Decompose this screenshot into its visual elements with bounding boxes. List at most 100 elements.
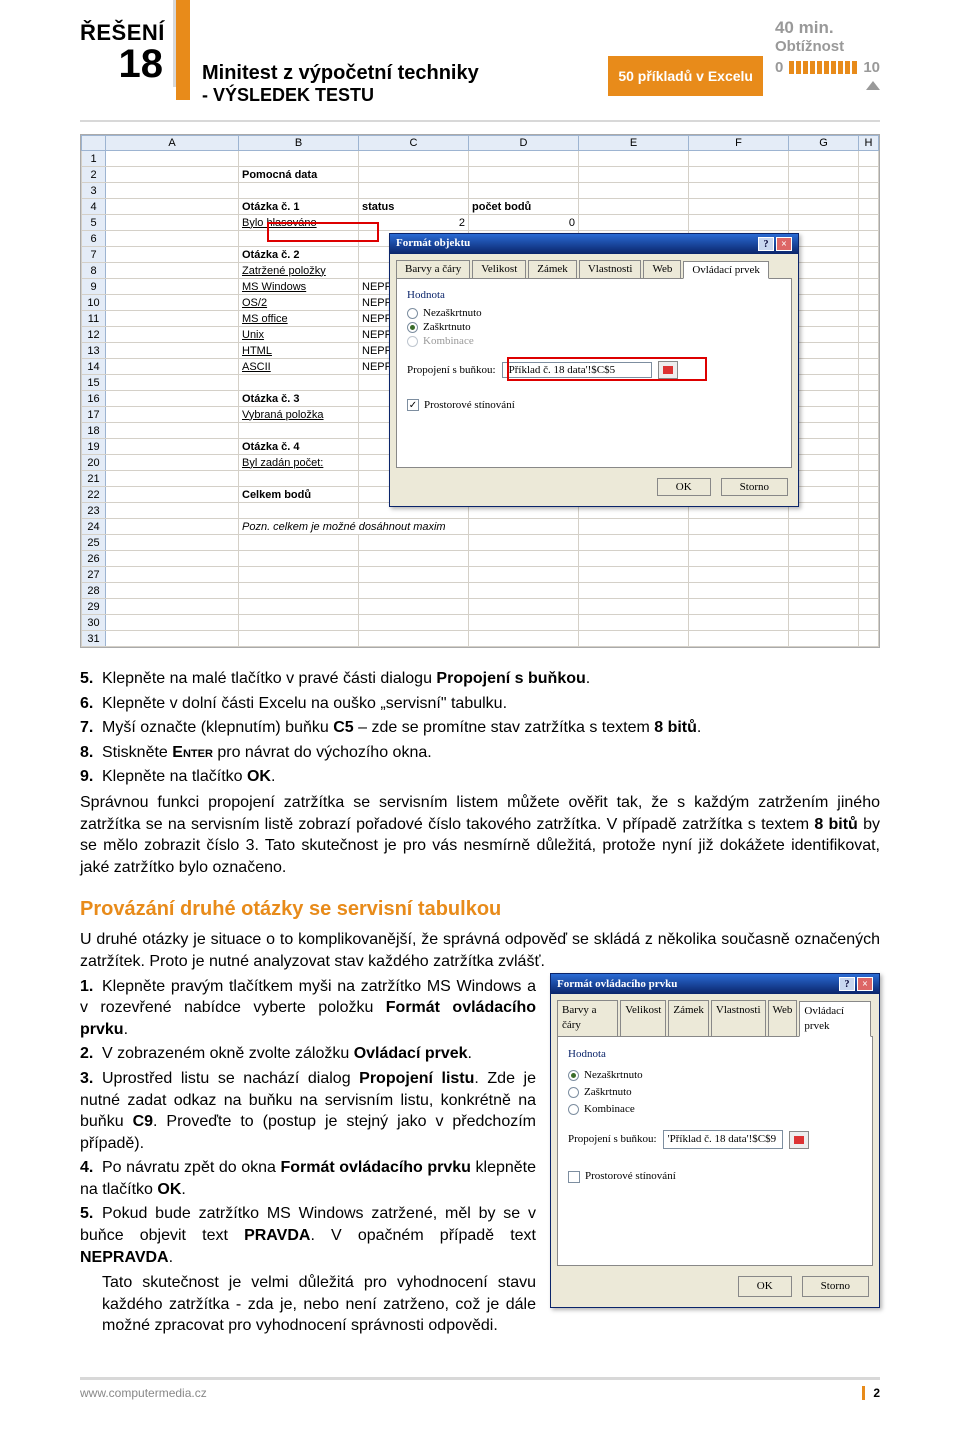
col-D: D (469, 136, 579, 151)
close-icon[interactable]: × (776, 237, 792, 251)
col-G: G (789, 136, 859, 151)
cell-b2: Pomocná data (239, 167, 359, 183)
cell-b8: Zatržené položky (239, 263, 359, 279)
tab-colors[interactable]: Barvy a čáry (557, 1000, 618, 1036)
help-icon[interactable]: ? (839, 977, 855, 991)
tab-lock[interactable]: Zámek (668, 1000, 709, 1036)
cell-b13: HTML (239, 343, 359, 359)
col-F: F (689, 136, 789, 151)
tab-web[interactable]: Web (768, 1000, 798, 1036)
dialog2-title: Formát ovládacího prvku (557, 977, 677, 992)
step-5-num: 5. (80, 668, 102, 690)
cell-link-input[interactable]: 'Příklad č. 18 data'!$C$9 (663, 1130, 783, 1149)
step-8-num: 8. (80, 742, 102, 764)
step2-4-num: 4. (80, 1157, 102, 1179)
step-5-bold: Propojení s buňkou (436, 670, 585, 687)
header-side-tab: ŘEŠENÍ 18 (80, 0, 176, 87)
shadow-checkbox[interactable]: ✓ (407, 399, 419, 411)
cell-link-label: Propojení s buňkou: (407, 364, 496, 376)
tab-size[interactable]: Velikost (472, 260, 526, 278)
collapse-dialog-button[interactable] (789, 1131, 809, 1149)
radio-unchecked-label: Nezaškrtnuto (423, 307, 482, 319)
step-7-num: 7. (80, 717, 102, 739)
header-number: 18 (80, 42, 163, 87)
title-line-1: Minitest z výpočetní techniky (202, 62, 608, 85)
orange-stripe (176, 0, 190, 100)
tab-size[interactable]: Velikost (620, 1000, 666, 1036)
cell-b12: Unix (239, 327, 359, 343)
format-control-dialog: Formát ovládacího prvku ? × Barvy a čáry… (550, 973, 880, 1308)
format-object-dialog: Formát objektu ? × Barvy a čáry Velikost… (389, 233, 799, 507)
radio-checked-label: Zaškrtnuto (584, 1085, 632, 1100)
radio-unchecked[interactable] (568, 1070, 579, 1081)
cell-d5: 0 (469, 215, 579, 231)
radio-mixed[interactable] (407, 336, 418, 347)
cell-b7: Otázka č. 2 (239, 247, 359, 263)
radio-unchecked[interactable] (407, 308, 418, 319)
radio-checked[interactable] (407, 322, 418, 333)
help-icon[interactable]: ? (758, 237, 774, 251)
cell-b24: Pozn. celkem je možné dosáhnout maxim (239, 519, 469, 535)
cell-b4: Otázka č. 1 (239, 199, 359, 215)
page-header: ŘEŠENÍ 18 Minitest z výpočetní techniky … (80, 0, 880, 122)
col-H: H (859, 136, 879, 151)
tab-web[interactable]: Web (643, 260, 681, 278)
shadow-checkbox-label: Prostorové stínování (585, 1169, 676, 1184)
ok-button[interactable]: OK (657, 478, 711, 496)
diff-high: 10 (863, 59, 880, 76)
cell-c4: status (359, 199, 469, 215)
title-block: Minitest z výpočetní techniky - VÝSLEDEK… (202, 0, 608, 106)
step2-1-num: 1. (80, 976, 102, 998)
cell-b19: Otázka č. 4 (239, 439, 359, 455)
col-A: A (106, 136, 239, 151)
ok-button[interactable]: OK (738, 1276, 792, 1297)
title-line-2: - VÝSLEDEK TESTU (202, 85, 608, 106)
difficulty-label: Obtížnost (775, 38, 880, 55)
shadow-checkbox-label: Prostorové stínování (424, 399, 515, 411)
radio-unchecked-label: Nezaškrtnuto (584, 1068, 643, 1083)
para3: Tato skutečnost je velmi důležitá pro vy… (80, 1272, 536, 1337)
tab-props[interactable]: Vlastnosti (579, 260, 642, 278)
section-heading: Provázání druhé otázky se servisní tabul… (80, 896, 880, 923)
tab-control[interactable]: Ovládací prvek (799, 1001, 871, 1037)
cell-b10: OS/2 (239, 295, 359, 311)
cancel-button[interactable]: Storno (721, 478, 788, 496)
col-E: E (579, 136, 689, 151)
tab-props[interactable]: Vlastnosti (711, 1000, 766, 1036)
step-6-num: 6. (80, 693, 102, 715)
cell-b9: MS Windows (239, 279, 359, 295)
step2-2-num: 2. (80, 1043, 102, 1065)
shadow-checkbox[interactable] (568, 1171, 580, 1183)
radio-mixed-label: Kombinace (423, 335, 474, 347)
radio-mixed[interactable] (568, 1104, 579, 1115)
body-text: 5.Klepněte na malé tlačítko v pravé část… (80, 668, 880, 1337)
cell-b17: Vybraná položka (239, 407, 359, 423)
dialog-title: Formát objektu (396, 237, 470, 251)
cell-b20: Byl zadán počet: (239, 455, 359, 471)
cell-d4: počet bodů (469, 199, 579, 215)
subtitle-badge: 50 příkladů v Excelu (608, 56, 763, 96)
red-highlight-c5 (267, 222, 379, 242)
cell-b11: MS office (239, 311, 359, 327)
col-B: B (239, 136, 359, 151)
cancel-button[interactable]: Storno (802, 1276, 869, 1297)
para1-bold: 8 bitů (814, 816, 857, 833)
step2-5-num: 5. (80, 1203, 102, 1225)
col-C: C (359, 136, 469, 151)
tab-control[interactable]: Ovládací prvek (683, 261, 769, 279)
time-label: 40 min. (775, 18, 880, 38)
cell-link-label: Propojení s buňkou: (568, 1132, 657, 1147)
radio-checked[interactable] (568, 1087, 579, 1098)
excel-screenshot: A B C D E F G H 1 2Pomocná data 3 4Otázk… (80, 134, 880, 648)
value-section-label: Hodnota (568, 1047, 862, 1062)
step-9-num: 9. (80, 766, 102, 788)
close-icon[interactable]: × (857, 977, 873, 991)
tab-colors[interactable]: Barvy a čáry (396, 260, 470, 278)
difficulty-bars (789, 61, 857, 74)
step2-3-num: 3. (80, 1068, 102, 1090)
tab-lock[interactable]: Zámek (528, 260, 577, 278)
para1-a: Správnou funkci propojení zatržítka se s… (80, 794, 880, 833)
cell-b16: Otázka č. 3 (239, 391, 359, 407)
para2: U druhé otázky je situace o to komplikov… (80, 929, 880, 972)
page-number: 2 (862, 1386, 880, 1400)
